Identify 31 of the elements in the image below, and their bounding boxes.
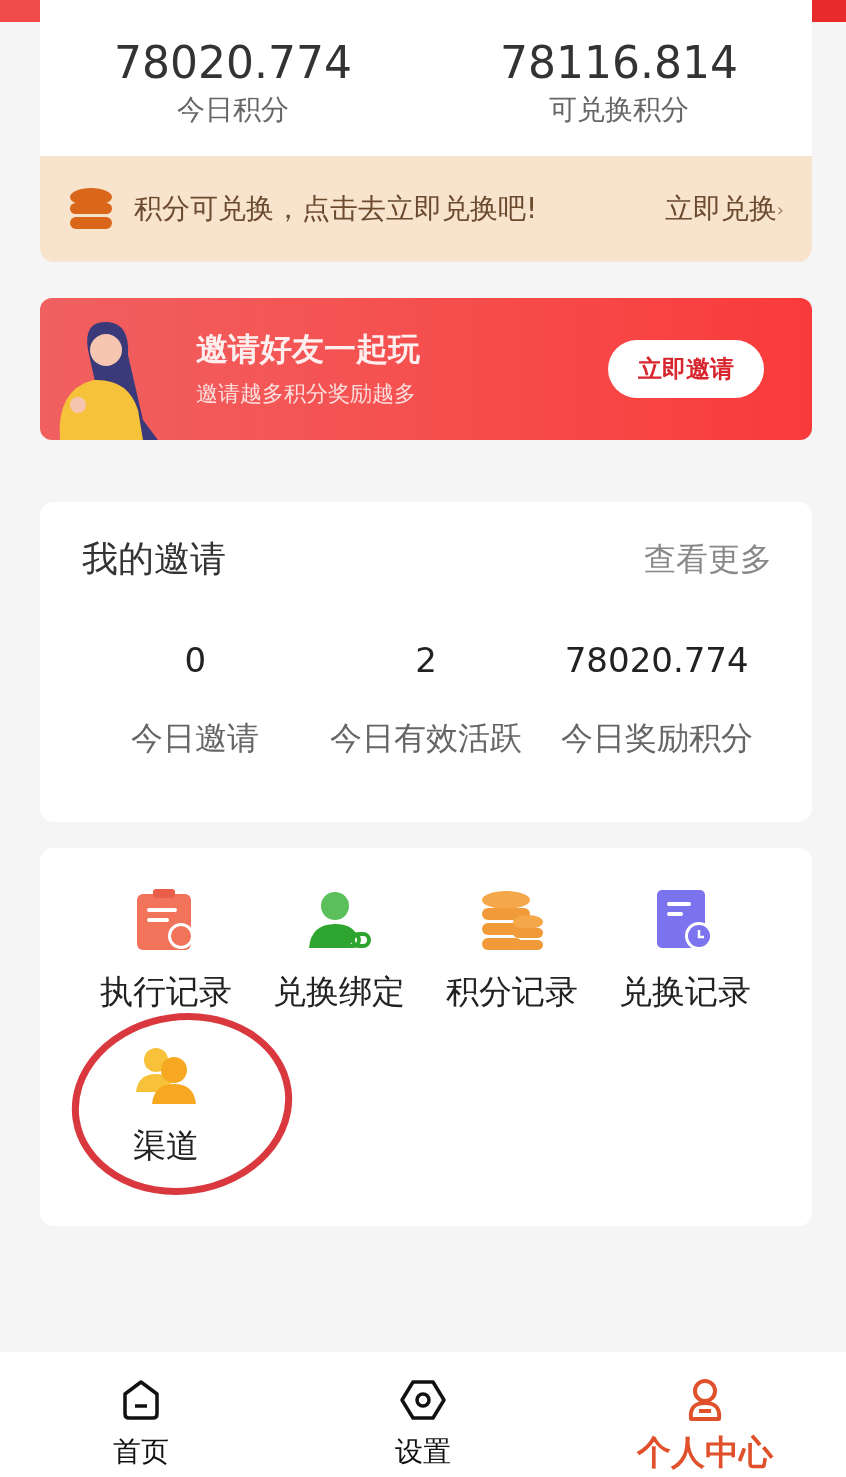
invite-button[interactable]: 立即邀请 — [608, 340, 764, 398]
menu-item[interactable]: 执行记录 — [80, 886, 252, 1014]
points-value: 78020.774 — [114, 38, 352, 88]
notice-text: 积分可兑换，点击去立即兑换吧! — [134, 191, 538, 227]
coins-icon — [480, 890, 544, 952]
points-value: 78116.814 — [500, 38, 738, 88]
settings-icon — [399, 1378, 447, 1422]
stat-value: 2 — [415, 639, 437, 682]
coins-icon — [68, 186, 114, 232]
stat-label: 今日有效活跃 — [330, 718, 522, 759]
banner-title: 邀请好友一起玩 — [196, 329, 420, 369]
tab-item[interactable]: 个人中心 — [564, 1352, 846, 1477]
menu-item[interactable]: 渠道 — [80, 1040, 252, 1168]
menu-item[interactable]: 兑换绑定 — [253, 886, 425, 1014]
see-more-link[interactable]: 查看更多 — [644, 535, 772, 583]
stat-label: 今日邀请 — [131, 718, 260, 759]
exchange-link[interactable]: 立即兑换› — [664, 188, 784, 230]
points-label: 今日积分 — [177, 92, 289, 128]
stat-value: 0 — [184, 639, 207, 682]
stat-value: 78020.774 — [564, 639, 749, 682]
section-title: 我的邀请 — [82, 537, 226, 581]
menu-item[interactable]: 兑换记录 — [599, 886, 771, 1014]
header-background — [810, 0, 846, 22]
users-icon — [134, 1046, 198, 1106]
tab-item[interactable]: 首页 — [0, 1352, 282, 1477]
tab-item[interactable]: 设置 — [282, 1352, 564, 1477]
stat-label: 今日奖励积分 — [560, 718, 753, 759]
banner-subtitle: 邀请越多积分奖励越多 — [196, 380, 417, 408]
menu-item[interactable]: 积分记录 — [426, 886, 598, 1014]
header-background — [0, 0, 40, 22]
points-label: 可兑换积分 — [549, 92, 689, 128]
